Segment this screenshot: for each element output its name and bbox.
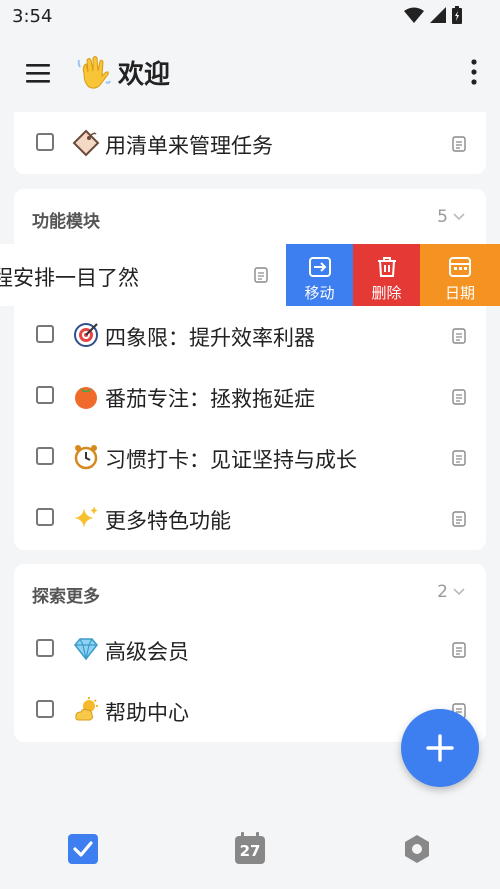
sparkles-icon	[74, 506, 98, 528]
wifi-icon	[404, 7, 424, 23]
task-checkbox[interactable]	[36, 508, 54, 526]
task-label: 更多特色功能	[105, 509, 231, 533]
section-title: 功能模块	[32, 212, 100, 232]
more-vertical-icon	[471, 59, 477, 85]
task-row[interactable]: 用清单来管理任务	[14, 114, 486, 174]
task-label: 番茄专注：拯救拖延症	[105, 387, 315, 411]
status-time: 3:54	[12, 6, 53, 27]
note-icon[interactable]	[452, 642, 466, 658]
section-explore: 探索更多 2 高级会员 帮助中心	[14, 564, 486, 742]
delete-action-button[interactable]: 删除	[353, 244, 420, 306]
chevron-down-icon	[453, 588, 465, 596]
hamburger-icon	[26, 64, 50, 83]
tag-icon	[72, 129, 100, 157]
section-count: 5	[437, 207, 448, 227]
settings-hexagon-icon	[405, 835, 429, 863]
task-row[interactable]: 高级会员	[14, 620, 486, 680]
date-action-label: 日期	[444, 284, 475, 302]
section-title: 探索更多	[32, 587, 100, 607]
task-checkbox[interactable]	[36, 133, 54, 151]
status-bar: 3:54	[0, 0, 500, 34]
target-icon	[74, 323, 98, 347]
nav-settings[interactable]	[400, 832, 434, 866]
section-collapse-toggle[interactable]: 2	[437, 582, 466, 602]
note-icon[interactable]	[452, 389, 466, 405]
bottom-navigation: 27	[0, 815, 500, 889]
task-row[interactable]: 四象限：提升效率利器	[14, 306, 486, 366]
plus-icon	[426, 734, 454, 762]
system-icons	[404, 6, 462, 24]
task-label: 程安排一目了然	[0, 266, 139, 290]
trash-icon	[377, 257, 396, 277]
task-checkbox[interactable]	[36, 447, 54, 465]
nav-calendar[interactable]: 27	[233, 832, 267, 866]
section-collapse-toggle[interactable]: 5	[437, 207, 466, 227]
task-label: 习惯打卡：见证坚持与成长	[105, 448, 357, 472]
task-label: 帮助中心	[105, 701, 189, 725]
battery-icon	[452, 6, 462, 24]
add-task-fab[interactable]	[401, 709, 479, 787]
note-icon[interactable]	[452, 511, 466, 527]
app-bar: 欢迎	[0, 34, 500, 110]
swiped-task-content[interactable]: 程安排一目了然	[0, 244, 286, 306]
task-checkbox[interactable]	[36, 325, 54, 343]
tomato-icon	[75, 387, 97, 409]
menu-button[interactable]	[22, 56, 56, 90]
calendar-icon	[449, 257, 471, 277]
task-card-top: 用清单来管理任务	[14, 112, 486, 174]
checkbox-checked-icon	[68, 834, 98, 864]
sun-cloud-icon	[75, 697, 98, 721]
task-row[interactable]: 更多特色功能	[14, 489, 486, 549]
task-row[interactable]: 习惯打卡：见证坚持与成长	[14, 428, 486, 488]
diamond-icon	[74, 638, 98, 661]
task-checkbox[interactable]	[36, 386, 54, 404]
task-row[interactable]: 番茄专注：拯救拖延症	[14, 367, 486, 427]
delete-action-label: 删除	[371, 284, 402, 302]
task-label: 高级会员	[105, 640, 189, 664]
more-options-button[interactable]	[468, 56, 480, 88]
move-action-label: 移动	[304, 284, 335, 302]
task-checkbox[interactable]	[36, 639, 54, 657]
note-icon[interactable]	[452, 136, 466, 152]
task-checkbox[interactable]	[36, 700, 54, 718]
calendar-day: 27	[239, 842, 261, 860]
alarm-clock-icon	[74, 445, 98, 470]
signal-icon	[430, 7, 446, 23]
move-icon	[308, 257, 331, 277]
date-action-button[interactable]: 日期	[420, 244, 500, 306]
nav-tasks[interactable]	[66, 832, 100, 866]
chevron-down-icon	[453, 213, 465, 221]
task-label: 用清单来管理任务	[105, 134, 273, 158]
note-icon[interactable]	[452, 450, 466, 466]
task-label: 四象限：提升效率利器	[105, 326, 315, 350]
section-count: 2	[437, 582, 448, 602]
swiped-task-row: 程安排一目了然 移动 删除 日期	[0, 244, 500, 306]
move-action-button[interactable]: 移动	[286, 244, 353, 306]
page-title: 欢迎	[118, 60, 171, 90]
waving-hand-icon	[77, 56, 111, 89]
note-icon[interactable]	[452, 328, 466, 344]
note-icon[interactable]	[254, 267, 268, 283]
